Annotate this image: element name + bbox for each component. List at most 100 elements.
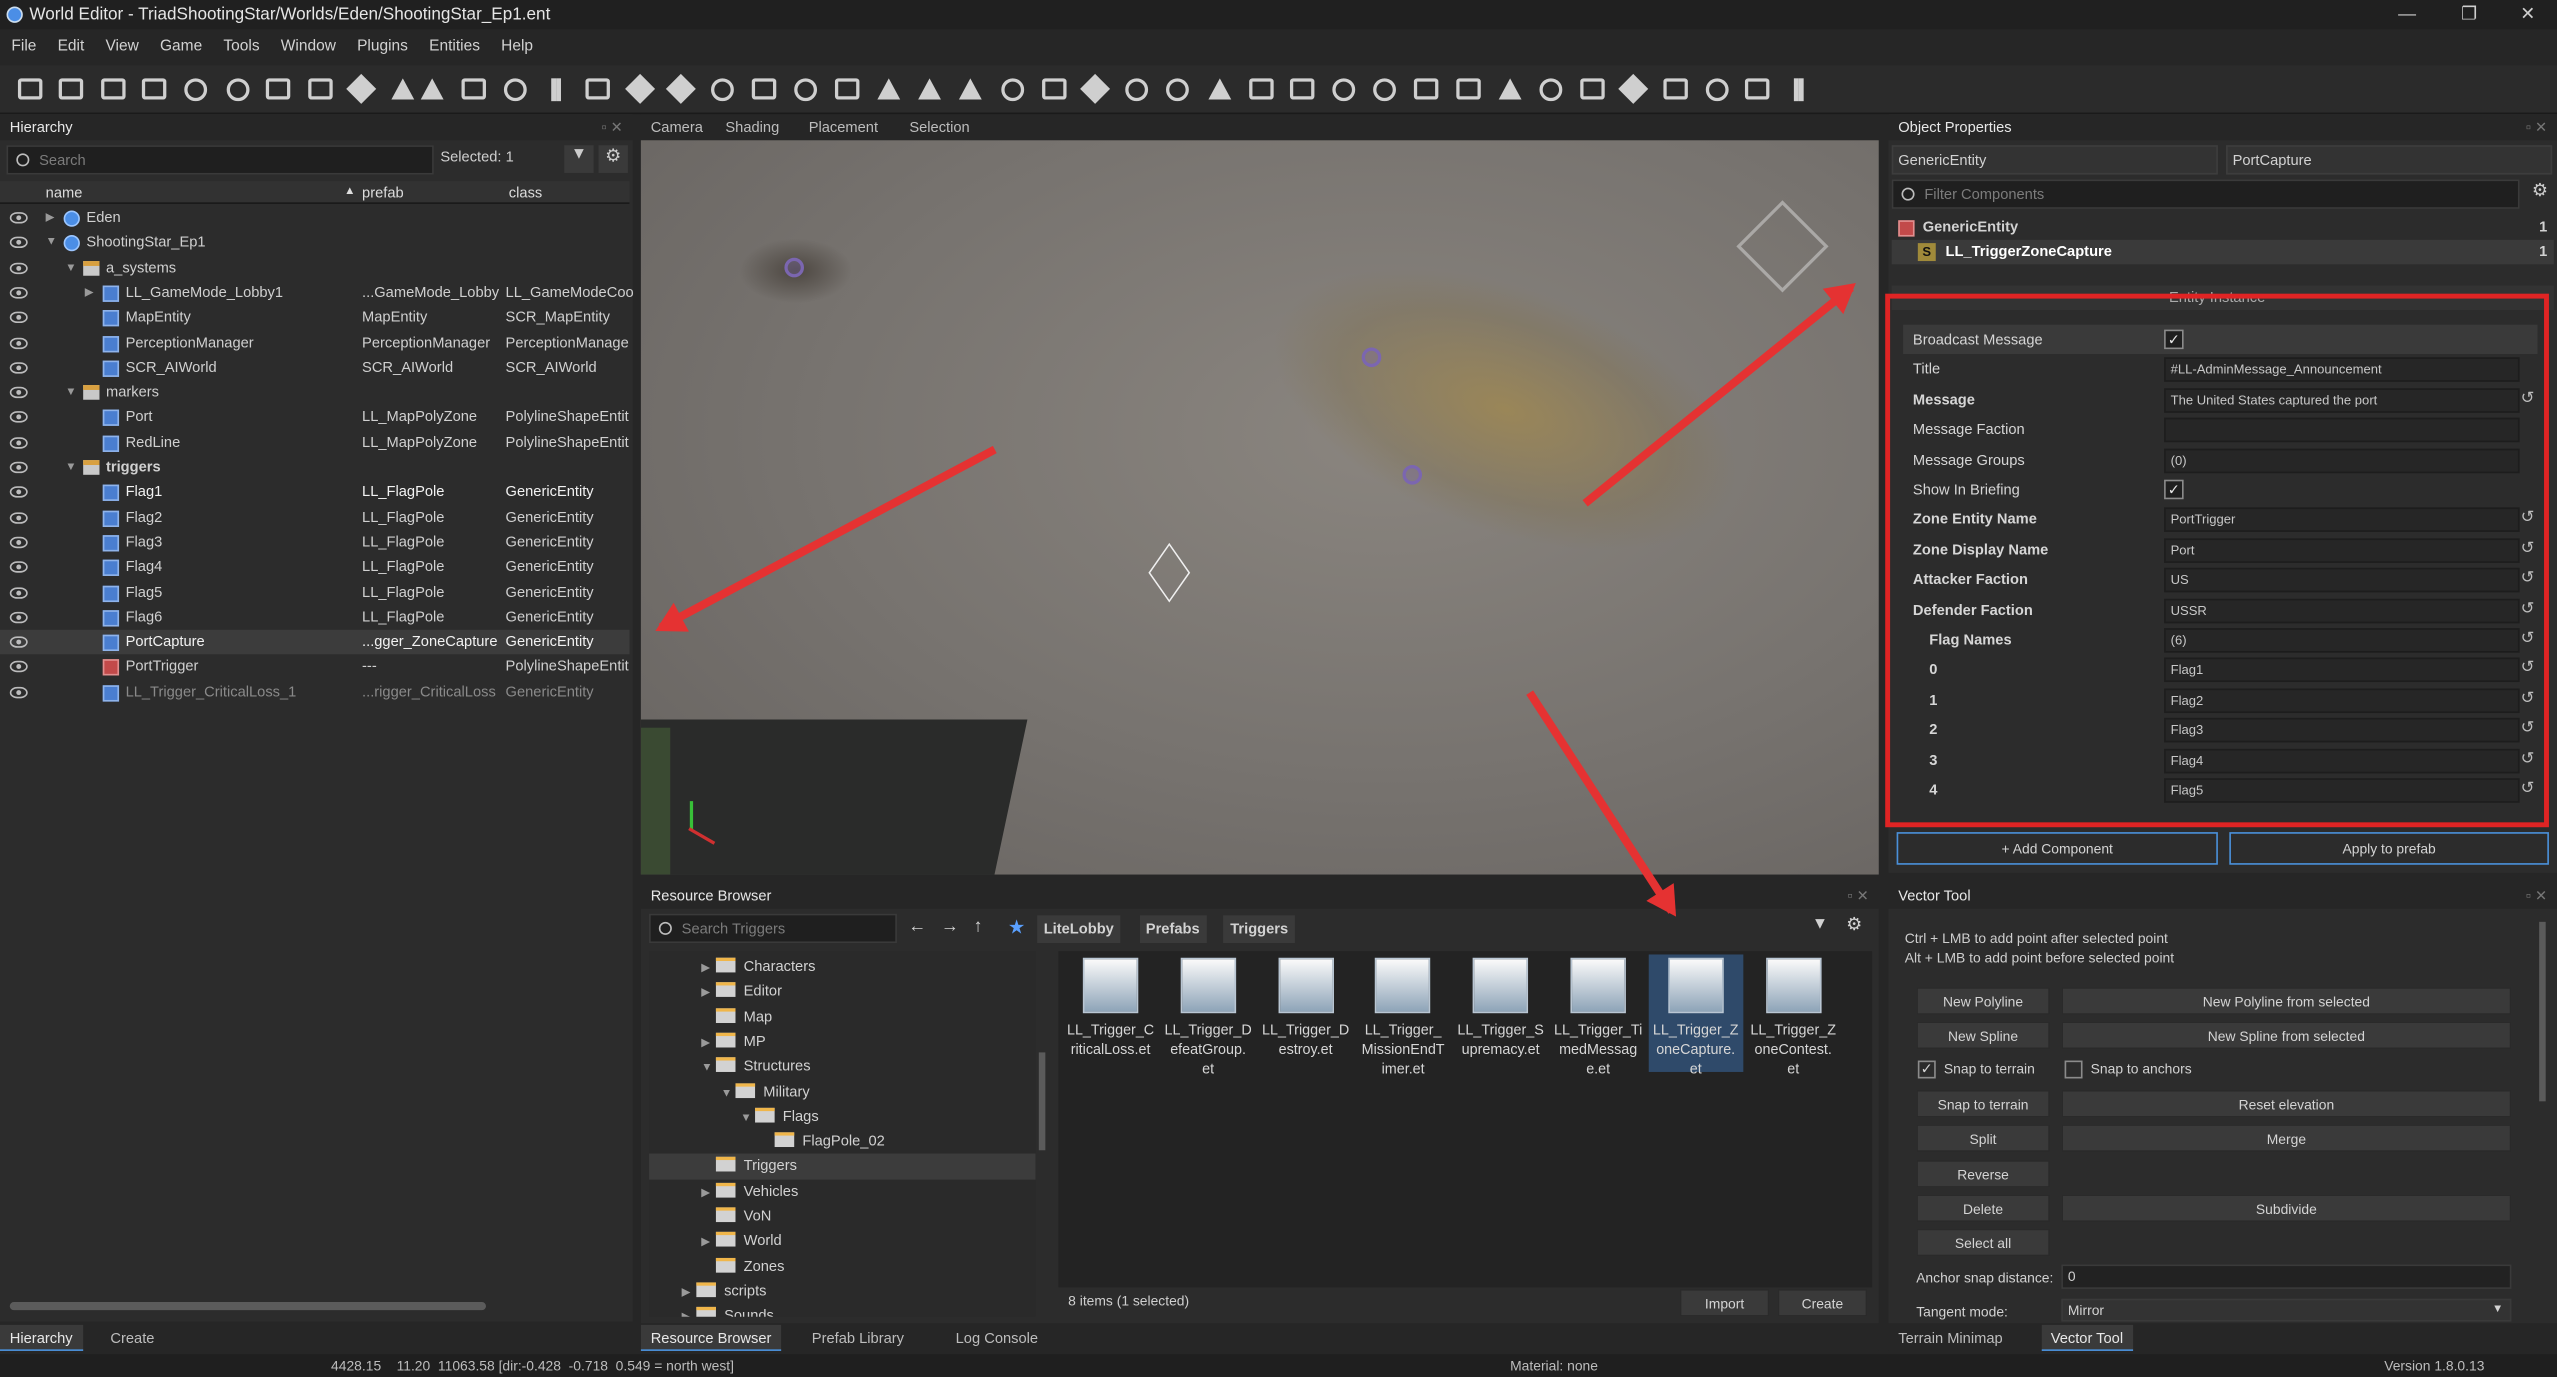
translate-icon[interactable] [664,72,698,106]
tab-placement[interactable]: Placement [799,114,888,140]
cut-icon[interactable] [344,72,378,106]
folder-tree-item[interactable]: Triggers [649,1154,1036,1180]
cube-icon[interactable] [457,72,491,106]
visibility-eye-icon[interactable] [9,536,28,549]
play-options-icon[interactable] [415,72,449,106]
folder-tree-item[interactable]: ▼ Flags [649,1104,1035,1129]
tree-arrow-icon[interactable]: ▼ [721,1081,736,1106]
visibility-eye-icon[interactable] [9,686,28,698]
visibility-eye-icon[interactable] [9,461,28,474]
breadcrumb-item[interactable]: LiteLobby [1037,915,1121,944]
tree-arrow-icon[interactable]: ▶ [701,981,716,1006]
visibility-eye-icon[interactable] [9,486,28,499]
menu-edit[interactable]: Edit [46,29,94,65]
tab-log-console[interactable]: Log Console [946,1325,1048,1351]
expand-right-icon[interactable]: ▶ [85,280,94,305]
bug-icon[interactable] [1534,72,1568,106]
tab-shading[interactable]: Shading [716,114,789,140]
column-prefab[interactable]: prefab [362,181,404,204]
folder-tree-item[interactable]: ▶ Sounds [649,1304,1035,1317]
paint-icon[interactable] [1119,72,1153,106]
tree-arrow-icon[interactable]: ▼ [701,1056,716,1081]
panel-close-icon[interactable]: ▫ ✕ [601,114,623,140]
tree-arrow-icon[interactable]: ▼ [740,1106,755,1131]
save-icon[interactable] [96,72,130,106]
menu-plugins[interactable]: Plugins [346,29,418,65]
folder-tree-item[interactable]: ▶ Vehicles [649,1179,1035,1204]
redo-icon[interactable] [220,72,254,106]
hierarchy-row[interactable]: ▼ ShootingStar_Ep1 [0,231,629,256]
favorite-star-icon[interactable]: ★ [1008,915,1026,938]
settings-gear-icon[interactable]: ⚙ [1846,914,1862,935]
prefab-file[interactable]: LL_Trigger_S upremacy.et [1453,954,1548,1058]
maximize-button[interactable]: ❐ [2438,0,2500,29]
tab-create[interactable]: Create [101,1325,165,1351]
undo-icon[interactable] [179,72,213,106]
visibility-eye-icon[interactable] [9,511,28,524]
tangent-mode-select[interactable]: Mirror ▼ [2061,1298,2512,1322]
visibility-eye-icon[interactable] [9,436,28,449]
visibility-eye-icon[interactable] [9,212,28,224]
column-class[interactable]: class [509,181,542,204]
snap-icon[interactable] [581,72,615,106]
breadcrumb-item[interactable]: Prefabs [1139,915,1207,944]
binoculars-icon[interactable] [912,72,946,106]
prefab-file[interactable]: LL_Trigger_Ti medMessag e.et [1551,954,1646,1078]
component-row[interactable]: GenericEntity 1 [1892,215,2554,239]
grid-icon[interactable] [1741,72,1775,106]
filter-icon[interactable]: ▼ [1812,915,1828,933]
split-button[interactable]: Split [1916,1124,2050,1152]
prefab-file[interactable]: LL_Trigger_C riticalLoss.et [1063,954,1158,1058]
tab-selection[interactable]: Selection [900,114,980,140]
folder-tree-item[interactable]: Map [649,1004,1035,1029]
panel-close-icon[interactable]: ▫ ✕ [2526,883,2548,909]
hierarchy-row[interactable]: Port LL_MapPolyZone PolylineShapeEntit [0,405,629,430]
visibility-eye-icon[interactable] [9,561,28,573]
new-spline-button[interactable]: New Spline [1916,1021,2050,1050]
hierarchy-row[interactable]: ▶ Eden [0,206,629,231]
tree-arrow-icon[interactable]: ▶ [682,1281,697,1306]
hierarchy-row[interactable]: ▼ a_systems [0,255,629,280]
menu-view[interactable]: View [94,29,149,65]
folder-tree-item[interactable]: ▶ Editor [649,979,1035,1004]
copy-icon[interactable] [262,72,296,106]
vector-tool-scrollbar[interactable] [2539,921,2546,1102]
hierarchy-row[interactable]: Flag2 LL_FlagPole GenericEntity [0,505,629,530]
resource-search-input[interactable]: Search Triggers [649,913,897,944]
map-icon[interactable] [1409,72,1443,106]
tab-prefab-library[interactable]: Prefab Library [802,1325,914,1351]
tab-vector-tool[interactable]: Vector Tool [2040,1324,2133,1351]
hierarchy-search-input[interactable]: Search [6,145,434,175]
entity-name-field[interactable]: PortCapture [2226,145,2553,175]
folder-tree-item[interactable]: VoN [649,1204,1035,1229]
terrain-icon[interactable] [871,72,905,106]
folder-tree-item[interactable]: ▶ scripts [649,1279,1035,1304]
visibility-eye-icon[interactable] [9,586,28,598]
filter-icon[interactable]: ▼ [564,145,594,173]
hierarchy-row[interactable]: ▼ markers [0,380,629,405]
new-polyline-button[interactable]: New Polyline [1916,987,2050,1015]
hierarchy-row[interactable]: SCR_AIWorld SCR_AIWorld SCR_AIWorld [0,355,629,380]
apply-to-prefab-button[interactable]: Apply to prefab [2229,832,2549,865]
snap-terrain-checkbox[interactable]: ✓ [1917,1060,1936,1079]
menu-tools[interactable]: Tools [212,29,269,65]
reverse-button[interactable]: Reverse [1916,1160,2050,1188]
minimize-button[interactable]: — [2376,0,2438,29]
snap-to-terrain-button[interactable]: Snap to terrain [1916,1089,2050,1118]
scale-icon[interactable] [747,72,781,106]
hierarchy-row[interactable]: MapEntity MapEntity SCR_MapEntity [0,305,629,330]
open-folder-icon[interactable] [54,72,88,106]
tree-arrow-icon[interactable]: ▶ [701,1181,716,1206]
sphere-icon[interactable] [1161,72,1195,106]
expand-down-icon[interactable]: ▼ [65,455,76,480]
globe-icon[interactable] [1699,72,1733,106]
back-arrow-icon[interactable]: ← [908,917,926,937]
anchor-snap-input[interactable]: 0 [2061,1264,2512,1289]
box-icon[interactable] [1244,72,1278,106]
reset-elevation-button[interactable]: Reset elevation [2061,1089,2512,1118]
prefab-file[interactable]: LL_Trigger_D estroy.et [1258,954,1353,1058]
expand-down-icon[interactable]: ▼ [65,255,76,280]
new-polyline-from-selected-button[interactable]: New Polyline from selected [2061,987,2512,1015]
target-icon[interactable] [498,72,532,106]
close-button[interactable]: ✕ [2497,0,2557,29]
